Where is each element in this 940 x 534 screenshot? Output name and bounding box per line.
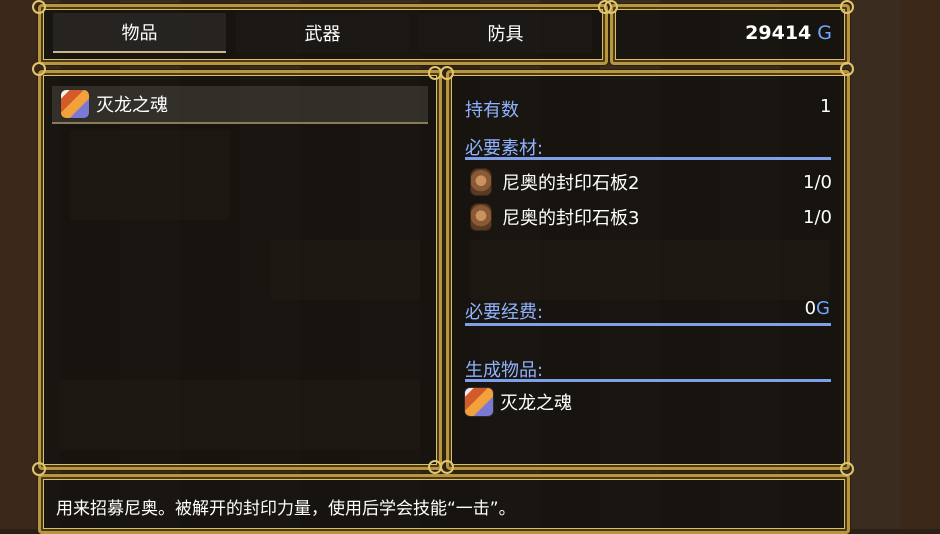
frame-corner-ornament [32, 62, 46, 76]
frame-corner-ornament [840, 462, 854, 476]
frame-corner-ornament [840, 0, 854, 14]
tab-items[interactable]: 物品 [53, 13, 226, 53]
cost-unit: G [816, 298, 830, 319]
material-name: 尼奥的封印石板2 [502, 173, 640, 194]
frame-corner-ornament [32, 462, 46, 476]
cost-label: 必要经费: [465, 302, 544, 323]
frame-corner-ornament [440, 460, 454, 474]
tab-weapons[interactable]: 武器 [236, 13, 409, 53]
cost-display: 0G [805, 298, 830, 319]
stone-tablet-icon [470, 168, 492, 196]
gold-display: 29414 G [745, 22, 832, 44]
material-count: 1/0 [803, 171, 832, 193]
item-list-entry-label: 灭龙之魂 [96, 95, 168, 116]
item-list-entry[interactable]: 灭龙之魂 [52, 86, 428, 124]
materials-divider [465, 157, 831, 160]
frame-corner-ornament [840, 62, 854, 76]
dragon-soul-icon [464, 387, 494, 417]
cost-value: 0 [804, 298, 817, 319]
result-divider [465, 379, 831, 382]
frame-corner-ornament [604, 0, 618, 14]
gold-amount: 29414 [745, 22, 812, 44]
description-text: 用来招募尼奥。被解开的封印力量，使用后学会技能“一击”。 [56, 499, 516, 519]
owned-value: 1 [820, 96, 832, 117]
gold-unit: G [817, 22, 832, 44]
result-item-name: 灭龙之魂 [500, 393, 572, 414]
frame-corner-ornament [32, 0, 46, 14]
result-item: 灭龙之魂 [464, 387, 572, 417]
tab-armor[interactable]: 防具 [419, 13, 592, 53]
stone-tablet-icon [470, 203, 492, 231]
material-count: 1/0 [803, 206, 832, 228]
item-list-frame [38, 70, 442, 470]
frame-corner-ornament [440, 66, 454, 80]
material-name: 尼奥的封印石板3 [502, 208, 640, 229]
cost-divider [465, 323, 831, 326]
material-row: 尼奥的封印石板2 1/0 [470, 168, 832, 196]
dragon-soul-icon [60, 89, 90, 119]
material-row: 尼奥的封印石板3 1/0 [470, 203, 832, 231]
owned-label: 持有数 [465, 100, 519, 121]
